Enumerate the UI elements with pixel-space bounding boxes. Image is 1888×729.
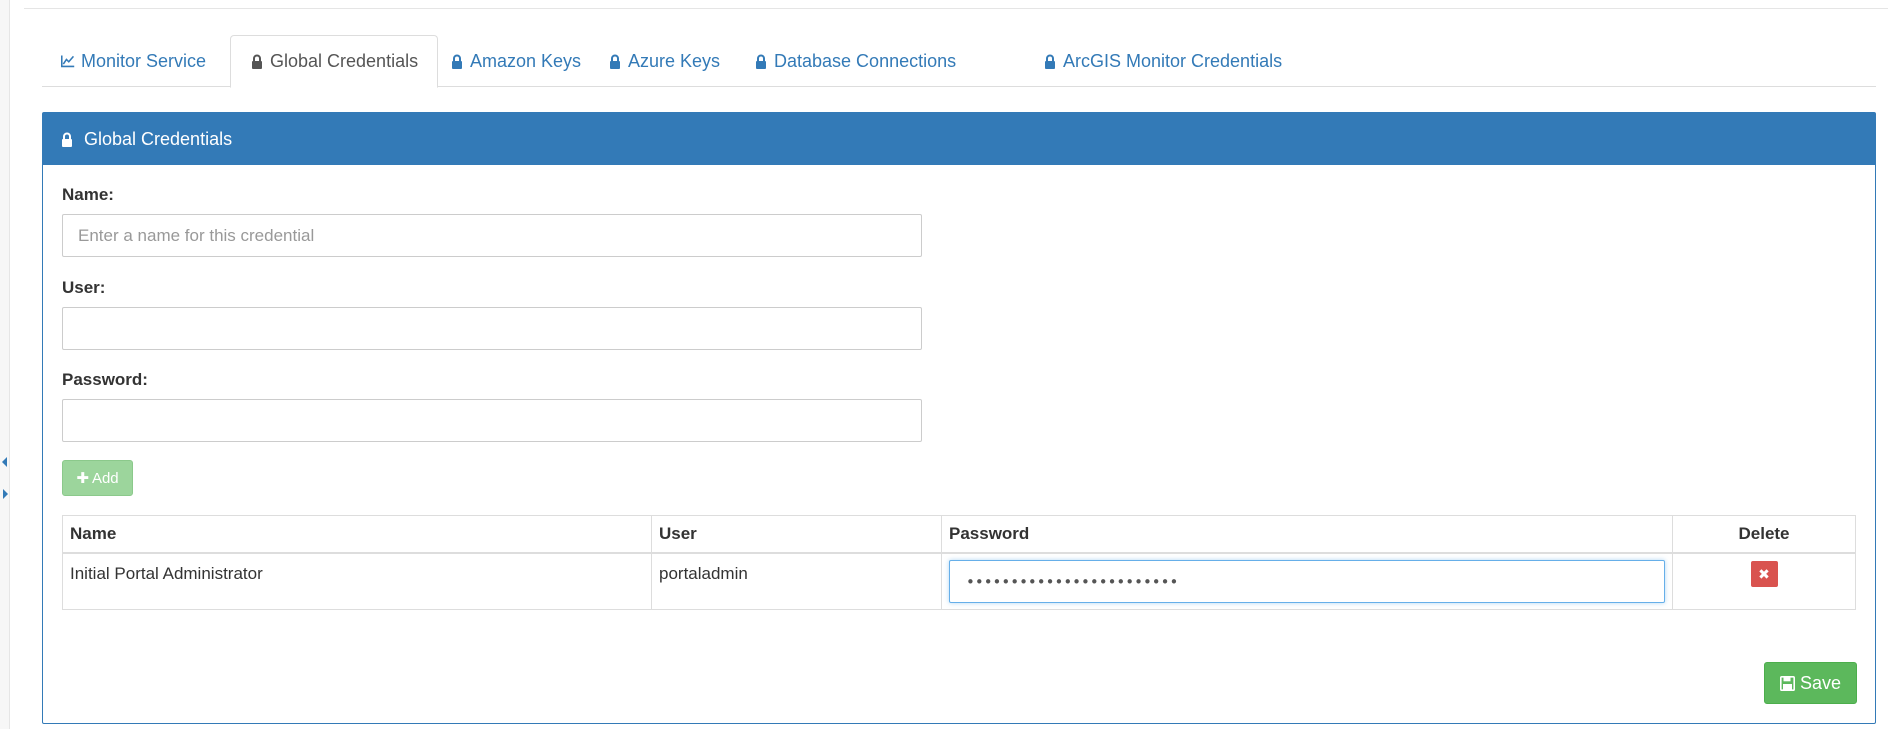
lock-icon	[1043, 52, 1057, 70]
tab-global-credentials[interactable]: Global Credentials	[230, 35, 439, 88]
save-button[interactable]: Save	[1764, 662, 1857, 704]
credential-password-field[interactable]	[949, 560, 1665, 603]
password-label: Password:	[62, 370, 148, 389]
table-header-row: Name User Password Delete	[63, 516, 1855, 554]
tab-arcgis-monitor-credentials[interactable]: ArcGIS Monitor Credentials	[1024, 35, 1301, 87]
floppy-disk-icon	[1779, 675, 1795, 691]
tab-bar: Monitor Service Global Credentials Amazo…	[42, 35, 1876, 88]
lock-icon	[754, 52, 768, 70]
tab-label: Amazon Keys	[470, 50, 582, 71]
lock-icon	[250, 53, 264, 71]
collapse-left-arrow-icon[interactable]	[2, 457, 7, 467]
lock-icon	[450, 52, 464, 70]
column-header-user: User	[652, 516, 942, 552]
lock-icon	[61, 130, 75, 148]
close-icon: ✖	[1758, 565, 1770, 582]
global-credentials-panel: Global Credentials Name: User: Password:…	[42, 112, 1876, 724]
tab-label: Database Connections	[774, 50, 957, 71]
sidebar-collapse-gutter[interactable]	[0, 0, 10, 729]
save-button-label: Save	[1799, 672, 1842, 693]
add-credential-button[interactable]: ✚ Add	[62, 460, 133, 496]
user-label: User:	[62, 278, 106, 297]
line-chart-icon	[61, 52, 75, 70]
name-label: Name:	[62, 185, 114, 204]
tab-label: Global Credentials	[270, 51, 419, 71]
column-header-password: Password	[942, 516, 1673, 552]
plus-icon: ✚	[76, 470, 89, 487]
tab-database-connections[interactable]: Database Connections	[735, 35, 975, 87]
password-input[interactable]	[62, 399, 922, 442]
tab-azure-keys[interactable]: Azure Keys	[589, 35, 739, 87]
credential-name-cell: Initial Portal Administrator	[63, 554, 652, 609]
add-button-label: Add	[91, 469, 119, 487]
expand-right-arrow-icon[interactable]	[3, 489, 8, 499]
column-header-delete: Delete	[1738, 524, 1790, 543]
credential-delete-cell: ✖	[1673, 554, 1855, 609]
lock-icon	[608, 52, 622, 70]
tab-amazon-keys[interactable]: Amazon Keys	[431, 35, 600, 87]
table-row: Initial Portal Administrator portaladmin…	[63, 554, 1855, 609]
tab-monitor-service[interactable]: Monitor Service	[42, 35, 225, 87]
column-header-name: Name	[63, 516, 652, 552]
tab-label: Azure Keys	[628, 50, 721, 71]
panel-title: Global Credentials	[84, 128, 233, 149]
tab-label: ArcGIS Monitor Credentials	[1063, 50, 1283, 71]
user-input[interactable]	[62, 307, 922, 350]
panel-heading: Global Credentials	[43, 113, 1875, 165]
credential-user-cell: portaladmin	[652, 554, 942, 609]
credential-name-input[interactable]	[62, 214, 922, 257]
tab-label: Monitor Service	[81, 50, 207, 71]
top-divider	[24, 8, 1888, 9]
credentials-table: Name User Password Delete Initial Portal…	[62, 515, 1856, 610]
delete-credential-button[interactable]: ✖	[1750, 561, 1778, 587]
credential-password-cell	[942, 554, 1673, 609]
